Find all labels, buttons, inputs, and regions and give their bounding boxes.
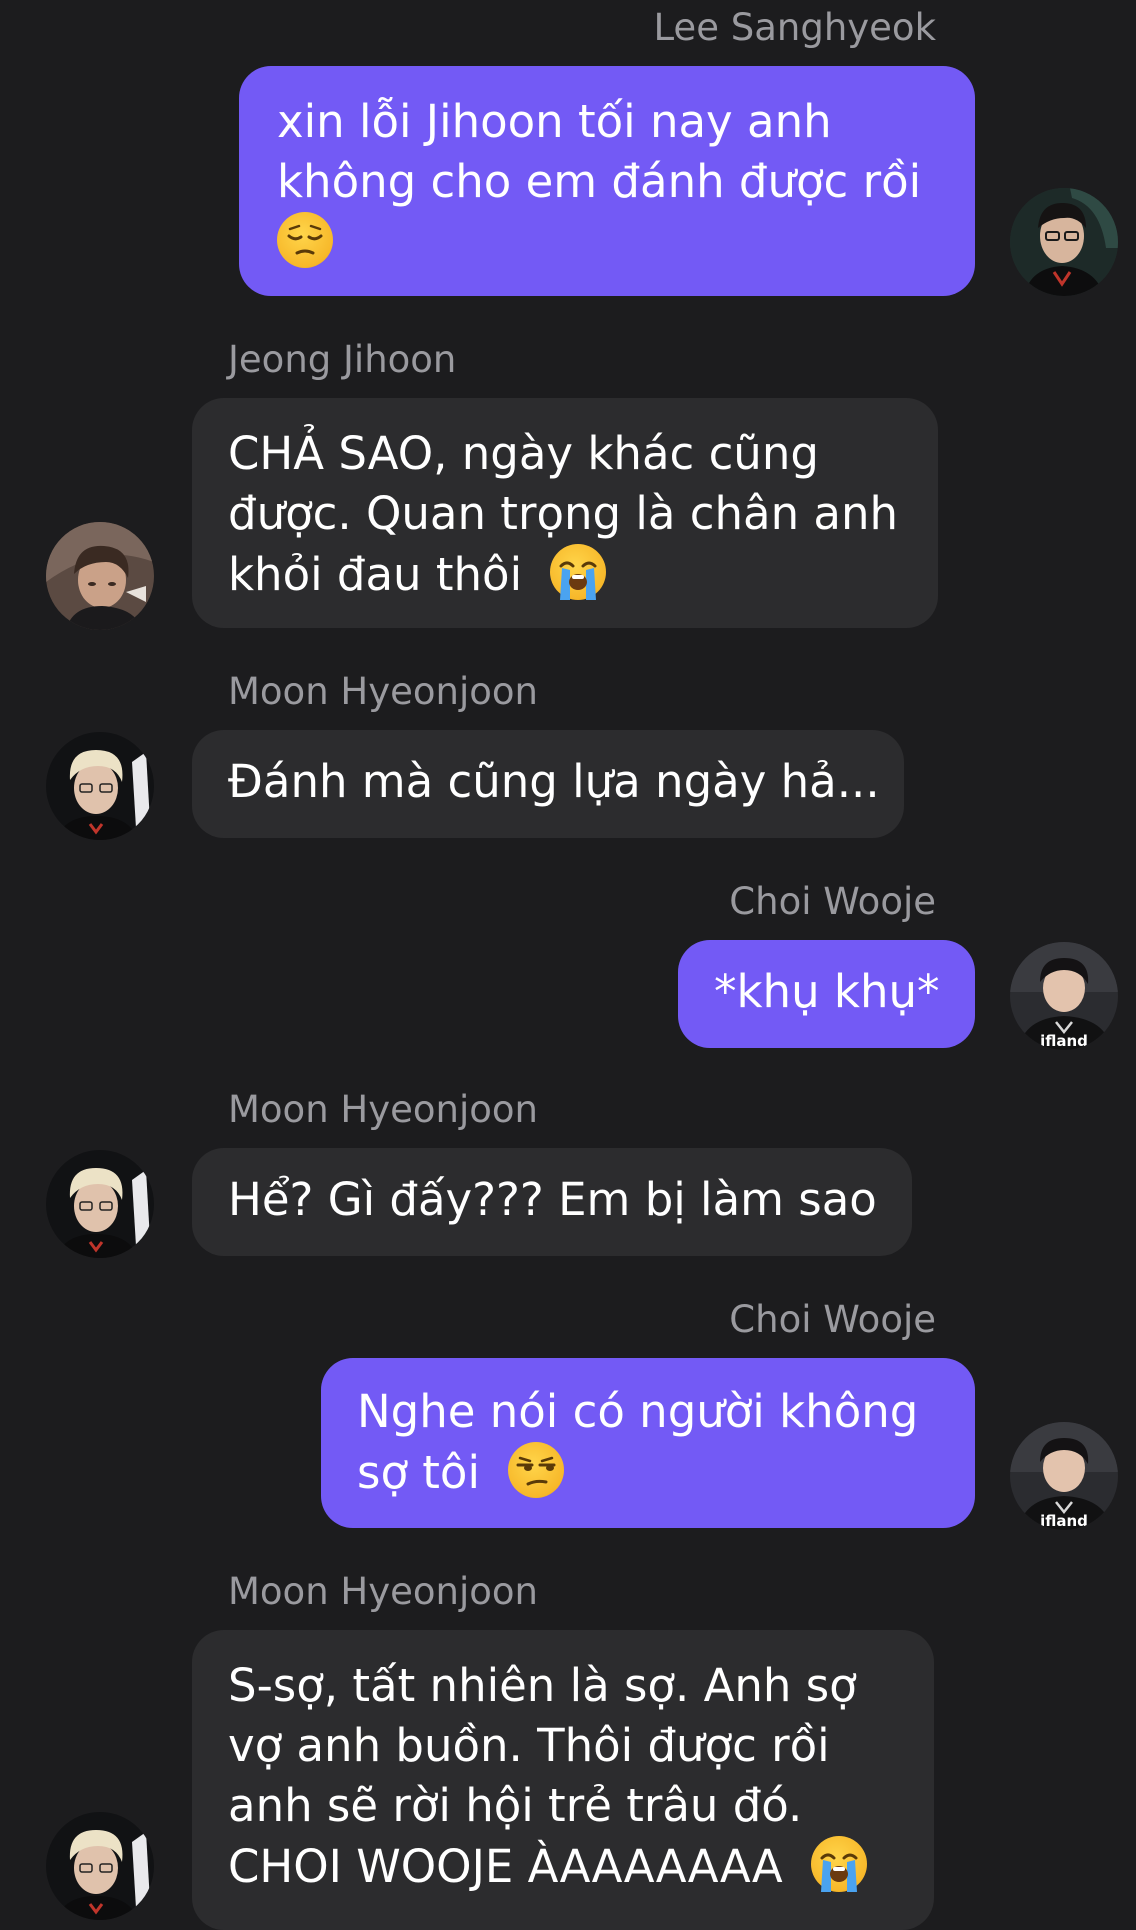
message-text: sợ tôi [357, 1446, 480, 1499]
message-bubble-outgoing[interactable]: Nghe nói có người không sợ tôi [321, 1358, 975, 1528]
avatar[interactable] [46, 522, 154, 630]
avatar[interactable] [1010, 188, 1118, 296]
message-bubble-incoming[interactable]: CHẢ SAO, ngày khác cũng được. Quan trọng… [192, 398, 938, 628]
sender-name: Moon Hyeonjoon [228, 670, 538, 713]
loudly-crying-face-emoji [810, 1836, 867, 1892]
message-text: Nghe nói có người không [357, 1385, 919, 1438]
message-text: vợ anh buồn. Thôi được rồi [228, 1719, 830, 1772]
message-text: khỏi đau thôi [228, 548, 523, 601]
sender-name: Jeong Jihoon [228, 338, 457, 381]
message-text: CHẢ SAO, ngày khác cũng [228, 427, 819, 480]
avatar[interactable] [46, 732, 154, 840]
avatar[interactable] [46, 1150, 154, 1258]
sender-name: Moon Hyeonjoon [228, 1088, 538, 1131]
message-text: không cho em đánh được rồi [277, 155, 922, 208]
message-bubble-incoming[interactable]: Hể? Gì đấy??? Em bị làm sao [192, 1148, 912, 1256]
jersey-text: ifland [1040, 1032, 1088, 1050]
sender-name: Choi Wooje [729, 1298, 936, 1341]
message-text: S-sợ, tất nhiên là sợ. Anh sợ [228, 1659, 857, 1712]
message-bubble-outgoing[interactable]: xin lỗi Jihoon tối nay anh không cho em … [239, 66, 975, 296]
loudly-crying-face-emoji [550, 544, 607, 600]
sender-name: Moon Hyeonjoon [228, 1570, 538, 1613]
message-text: được. Quan trọng là chân anh [228, 487, 899, 540]
jersey-text: ifland [1040, 1512, 1088, 1530]
message-text: anh sẽ rời hội trẻ trâu đó. [228, 1779, 803, 1832]
sender-name: Lee Sanghyeok [653, 6, 936, 49]
message-text: xin lỗi Jihoon tối nay anh [277, 95, 832, 148]
avatar[interactable] [46, 1812, 154, 1920]
message-text: *khụ khụ* [714, 965, 940, 1018]
pensive-face-emoji [277, 212, 333, 268]
message-bubble-incoming[interactable]: Đánh mà cũng lựa ngày hả... [192, 730, 904, 838]
message-text: Đánh mà cũng lựa ngày hả... [228, 755, 880, 808]
message-text: Hể? Gì đấy??? Em bị làm sao [228, 1173, 877, 1226]
sender-name: Choi Wooje [729, 880, 936, 923]
message-bubble-outgoing[interactable]: *khụ khụ* [678, 940, 975, 1048]
avatar[interactable]: ifland [1010, 942, 1118, 1050]
avatar[interactable]: ifland [1010, 1422, 1118, 1530]
message-text: CHOI WOOJE ÀAAAAAAA [228, 1840, 783, 1893]
unamused-face-emoji [508, 1442, 565, 1498]
message-bubble-incoming[interactable]: S-sợ, tất nhiên là sợ. Anh sợ vợ anh buồ… [192, 1630, 934, 1930]
